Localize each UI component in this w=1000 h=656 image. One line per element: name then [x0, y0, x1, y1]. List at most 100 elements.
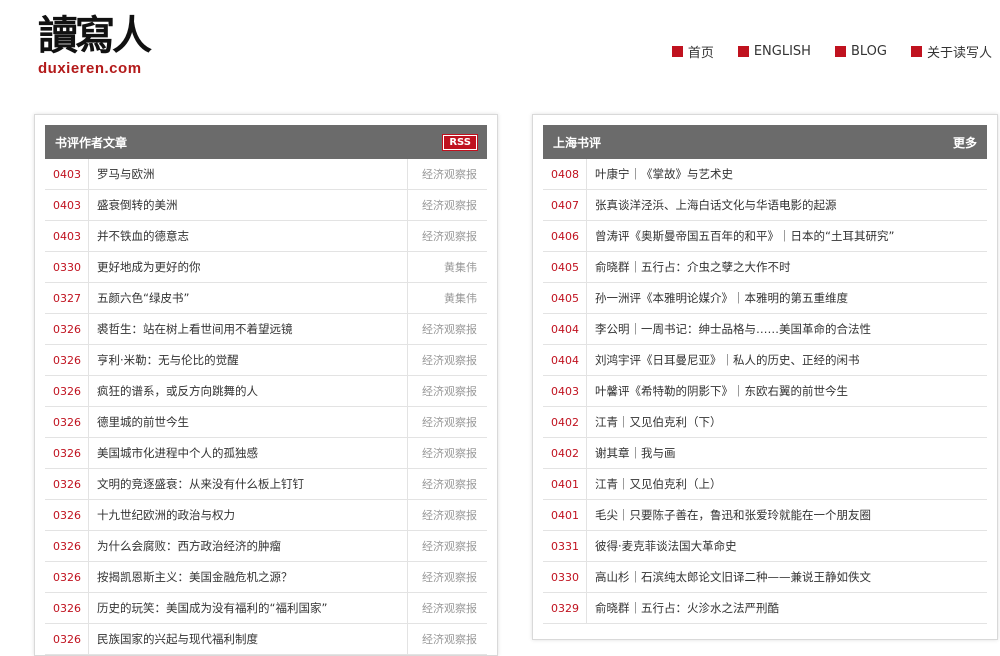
- list-item[interactable]: 0331 彼得·麦克菲谈法国大革命史: [543, 531, 987, 562]
- list-item[interactable]: 0405 孙一洲评《本雅明论媒介》｜本雅明的第五重维度: [543, 283, 987, 314]
- list-item[interactable]: 0404 李公明｜一周书记：绅士品格与……美国革命的合法性: [543, 314, 987, 345]
- item-title[interactable]: 民族国家的兴起与现代福利制度: [89, 631, 407, 647]
- list-item[interactable]: 0327 五颜六色“绿皮书” 黄集伟: [45, 283, 487, 314]
- item-date: 0405: [543, 252, 587, 282]
- item-title[interactable]: 叶馨评《希特勒的阴影下》｜东欧右翼的前世今生: [587, 383, 987, 399]
- list-item[interactable]: 0326 历史的玩笑：美国成为没有福利的“福利国家” 经济观察报: [45, 593, 487, 624]
- item-title[interactable]: 更好地成为更好的你: [89, 259, 407, 275]
- item-title[interactable]: 孙一洲评《本雅明论媒介》｜本雅明的第五重维度: [587, 290, 987, 306]
- item-title[interactable]: 俞晓群｜五行占：介虫之孽之大作不时: [587, 259, 987, 275]
- item-source[interactable]: 经济观察报: [407, 314, 487, 344]
- list-item[interactable]: 0329 俞晓群｜五行占：火沴水之法严刑酷: [543, 593, 987, 624]
- list-item[interactable]: 0403 罗马与欧洲 经济观察报: [45, 159, 487, 190]
- item-source[interactable]: 经济观察报: [407, 190, 487, 220]
- item-source[interactable]: 黄集伟: [407, 252, 487, 282]
- list-item[interactable]: 0326 十九世纪欧洲的政治与权力 经济观察报: [45, 500, 487, 531]
- list-item[interactable]: 0403 并不铁血的德意志 经济观察报: [45, 221, 487, 252]
- list-item[interactable]: 0407 张真谈洋泾浜、上海白话文化与华语电影的起源: [543, 190, 987, 221]
- item-title[interactable]: 刘鸿宇评《日耳曼尼亚》｜私人的历史、正经的闲书: [587, 352, 987, 368]
- item-title[interactable]: 文明的竞逐盛衰：从来没有什么板上钉钉: [89, 476, 407, 492]
- item-title[interactable]: 五颜六色“绿皮书”: [89, 290, 407, 306]
- more-link[interactable]: 更多: [953, 134, 977, 151]
- item-title[interactable]: 并不铁血的德意志: [89, 228, 407, 244]
- list-item[interactable]: 0326 美国城市化进程中个人的孤独感 经济观察报: [45, 438, 487, 469]
- list-item[interactable]: 0408 叶康宁｜《掌故》与艺术史: [543, 159, 987, 190]
- item-source[interactable]: 经济观察报: [407, 531, 487, 561]
- item-date: 0406: [543, 221, 587, 251]
- list-item[interactable]: 0326 裘哲生：站在树上看世间用不着望远镜 经济观察报: [45, 314, 487, 345]
- list-item[interactable]: 0326 民族国家的兴起与现代福利制度 经济观察报: [45, 624, 487, 655]
- list-item[interactable]: 0401 江青｜又见伯克利（上）: [543, 469, 987, 500]
- list-item[interactable]: 0403 盛衰倒转的美洲 经济观察报: [45, 190, 487, 221]
- logo-text: 讀寫人: [38, 12, 152, 59]
- list-item[interactable]: 0326 文明的竞逐盛衰：从来没有什么板上钉钉 经济观察报: [45, 469, 487, 500]
- item-title[interactable]: 李公明｜一周书记：绅士品格与……美国革命的合法性: [587, 321, 987, 337]
- logo-url: duxieren.com: [38, 60, 142, 77]
- list-item[interactable]: 0402 谢其章｜我与画: [543, 438, 987, 469]
- list-item[interactable]: 0330 更好地成为更好的你 黄集伟: [45, 252, 487, 283]
- item-source[interactable]: 经济观察报: [407, 469, 487, 499]
- nav-square-icon: [671, 46, 683, 57]
- item-title[interactable]: 为什么会腐败：西方政治经济的肿瘤: [89, 538, 407, 554]
- item-source[interactable]: 经济观察报: [407, 500, 487, 530]
- nav-english[interactable]: ENGLISH: [737, 42, 811, 61]
- item-title[interactable]: 谢其章｜我与画: [587, 445, 987, 461]
- item-date: 0404: [543, 314, 587, 344]
- list-item[interactable]: 0326 按揭凯恩斯主义：美国金融危机之源？ 经济观察报: [45, 562, 487, 593]
- item-date: 0405: [543, 283, 587, 313]
- item-title[interactable]: 张真谈洋泾浜、上海白话文化与华语电影的起源: [587, 197, 987, 213]
- item-title[interactable]: 历史的玩笑：美国成为没有福利的“福利国家”: [89, 600, 407, 616]
- list-item[interactable]: 0401 毛尖｜只要陈子善在，鲁迅和张爱玲就能在一个朋友圈: [543, 500, 987, 531]
- list-item[interactable]: 0404 刘鸿宇评《日耳曼尼亚》｜私人的历史、正经的闲书: [543, 345, 987, 376]
- list-item[interactable]: 0326 亨利·米勒：无与伦比的觉醒 经济观察报: [45, 345, 487, 376]
- list-item[interactable]: 0326 疯狂的谱系，或反方向跳舞的人 经济观察报: [45, 376, 487, 407]
- panel-header: 书评作者文章 RSS: [45, 125, 487, 159]
- item-title[interactable]: 罗马与欧洲: [89, 166, 407, 182]
- list-item[interactable]: 0326 德里城的前世今生 经济观察报: [45, 407, 487, 438]
- item-title[interactable]: 亨利·米勒：无与伦比的觉醒: [89, 352, 407, 368]
- item-title[interactable]: 毛尖｜只要陈子善在，鲁迅和张爱玲就能在一个朋友圈: [587, 507, 987, 523]
- item-date: 0401: [543, 500, 587, 530]
- item-date: 0330: [543, 562, 587, 592]
- item-title[interactable]: 高山杉｜石滨纯太郎论文旧译二种——兼说王静如佚文: [587, 569, 987, 585]
- item-source[interactable]: 经济观察报: [407, 159, 487, 189]
- item-title[interactable]: 俞晓群｜五行占：火沴水之法严刑酷: [587, 600, 987, 616]
- item-title[interactable]: 叶康宁｜《掌故》与艺术史: [587, 166, 987, 182]
- item-source[interactable]: 经济观察报: [407, 221, 487, 251]
- list-item[interactable]: 0405 俞晓群｜五行占：介虫之孽之大作不时: [543, 252, 987, 283]
- item-title[interactable]: 盛衰倒转的美洲: [89, 197, 407, 213]
- item-title[interactable]: 美国城市化进程中个人的孤独感: [89, 445, 407, 461]
- item-date: 0404: [543, 345, 587, 375]
- item-source[interactable]: 经济观察报: [407, 345, 487, 375]
- item-source[interactable]: 经济观察报: [407, 407, 487, 437]
- site-logo[interactable]: 讀寫人 duxieren.com: [38, 14, 178, 84]
- rss-badge[interactable]: RSS: [442, 133, 478, 151]
- item-source[interactable]: 经济观察报: [407, 376, 487, 406]
- item-source[interactable]: 经济观察报: [407, 438, 487, 468]
- item-title[interactable]: 彼得·麦克菲谈法国大革命史: [587, 538, 987, 554]
- nav-label: 首页: [687, 46, 714, 61]
- list-item[interactable]: 0402 江青｜又见伯克利（下）: [543, 407, 987, 438]
- item-title[interactable]: 曾涛评《奥斯曼帝国五百年的和平》｜日本的“土耳其研究”: [587, 228, 987, 244]
- item-title[interactable]: 江青｜又见伯克利（下）: [587, 414, 987, 430]
- item-title[interactable]: 裘哲生：站在树上看世间用不着望远镜: [89, 321, 407, 337]
- item-source[interactable]: 经济观察报: [407, 593, 487, 623]
- list-item[interactable]: 0406 曾涛评《奥斯曼帝国五百年的和平》｜日本的“土耳其研究”: [543, 221, 987, 252]
- item-title[interactable]: 江青｜又见伯克利（上）: [587, 476, 987, 492]
- list-item[interactable]: 0403 叶馨评《希特勒的阴影下》｜东欧右翼的前世今生: [543, 376, 987, 407]
- nav-blog[interactable]: BLOG: [834, 42, 887, 61]
- item-title[interactable]: 德里城的前世今生: [89, 414, 407, 430]
- item-source[interactable]: 经济观察报: [407, 562, 487, 592]
- item-title[interactable]: 十九世纪欧洲的政治与权力: [89, 507, 407, 523]
- nav-about[interactable]: 关于读写人: [910, 42, 992, 61]
- item-date: 0401: [543, 469, 587, 499]
- list-item[interactable]: 0330 高山杉｜石滨纯太郎论文旧译二种——兼说王静如佚文: [543, 562, 987, 593]
- item-source[interactable]: 黄集伟: [407, 283, 487, 313]
- nav-home[interactable]: 首页: [671, 42, 714, 61]
- list-item[interactable]: 0326 为什么会腐败：西方政治经济的肿瘤 经济观察报: [45, 531, 487, 562]
- top-nav: 首页 ENGLISH BLOG 关于读写人: [648, 42, 992, 61]
- item-title[interactable]: 疯狂的谱系，或反方向跳舞的人: [89, 383, 407, 399]
- nav-label: 关于读写人: [926, 46, 992, 61]
- item-source[interactable]: 经济观察报: [407, 624, 487, 654]
- item-title[interactable]: 按揭凯恩斯主义：美国金融危机之源？: [89, 569, 407, 585]
